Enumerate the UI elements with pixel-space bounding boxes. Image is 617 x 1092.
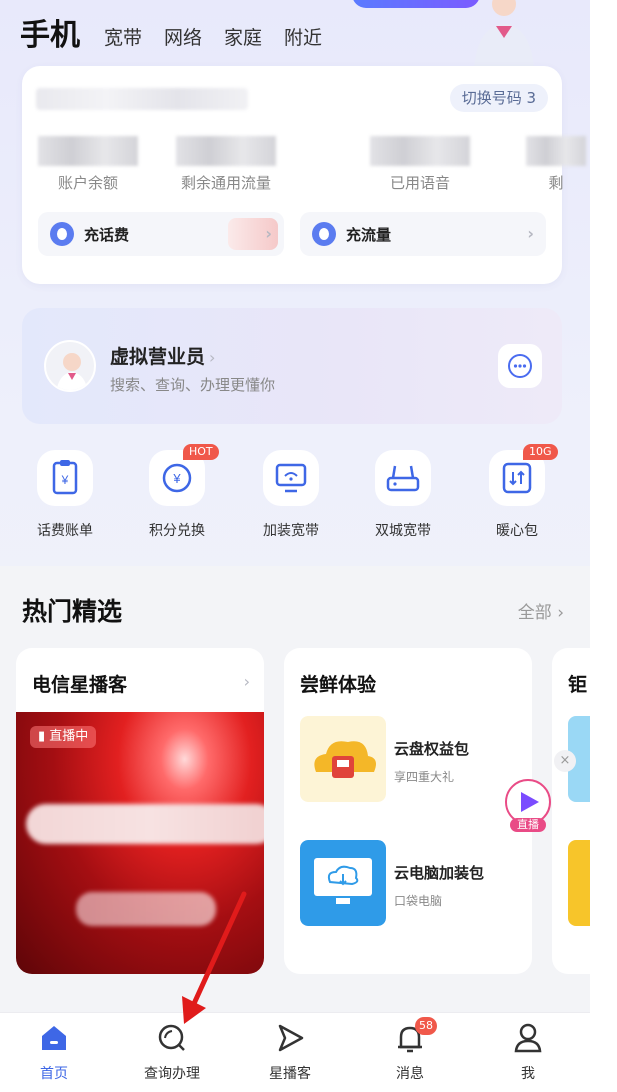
product-name: 云盘权益包 [394,740,470,758]
tab-label: 星播客 [269,1066,311,1082]
app-screen: 手机 宽带 网络 家庭 附近 切换号码 3 账户余额 剩余通用流量 已用语音 剩… [0,0,590,1092]
floating-live-button[interactable]: 直播 [494,778,562,832]
card-title: 电信星播客 [32,674,128,696]
service-label: 双城宽带 [375,523,431,539]
cloud-disk-icon [300,716,386,802]
close-icon[interactable]: × [554,750,576,772]
account-card: 切换号码 3 账户余额 剩余通用流量 已用语音 剩 充话费 › 充流量 › [22,66,586,284]
10g-badge: 10G [523,444,558,460]
agent-subtitle: 搜索、查询、办理更懂你 [110,376,276,394]
quick-label: 充流量 [346,225,392,244]
card-title: 钜 [568,674,588,696]
chevron-right-icon: › [527,224,534,243]
topup-data-button[interactable]: 充流量 › [300,212,546,256]
tab-network[interactable]: 网络 [164,23,202,54]
chevron-right-icon: › [243,672,250,691]
virtual-agent-card[interactable]: 虚拟营业员 › 搜索、查询、办理更懂你 [22,308,562,424]
bill-icon: ¥ [37,450,93,506]
tab-label: 查询办理 [144,1066,200,1082]
data-drop-icon [312,222,336,246]
agent-avatar [44,340,96,392]
stat-label: 剩 [548,174,564,192]
product-name: 云电脑加装包 [394,864,485,882]
right-margin [590,0,617,1092]
live-badge: ▮ 直播中 [30,726,97,748]
bottom-tab-bar: 首页 查询办理 星播客 58 消息 我 [0,1012,590,1092]
hot-badge: HOT [183,444,219,460]
tab-broadband[interactable]: 宽带 [104,23,142,54]
tab-family[interactable]: 家庭 [224,23,262,54]
stat-data-remaining[interactable]: 剩余通用流量 [156,136,296,193]
card-image [568,840,590,926]
tab-nearby[interactable]: 附近 [284,23,322,54]
section-title: 热门精选 [22,597,123,626]
stat-balance[interactable]: 账户余额 [18,136,158,193]
stat-voice-used[interactable]: 已用语音 [350,136,490,193]
tab-label: 我 [521,1066,535,1082]
chat-button[interactable] [498,344,542,388]
tab-query[interactable]: 查询办理 [122,1021,222,1083]
redacted-text [26,804,264,844]
service-points[interactable]: ¥ HOT 积分兑换 [122,444,232,540]
stat-label: 已用语音 [389,174,450,192]
agent-illustration [474,0,534,68]
user-icon [511,1021,545,1055]
product-subtitle: 享四重大礼 [394,770,455,784]
stat-value-redacted [370,136,470,166]
play-arrow-icon [273,1021,307,1055]
cloud-disk-product[interactable]: 云盘权益包 享四重大礼 [300,716,520,806]
bell-icon: 58 [393,1017,437,1055]
agent-title: 虚拟营业员 › [110,346,216,368]
monitor-wifi-icon [263,450,319,506]
stat-remaining-more[interactable]: 剩 [486,136,590,193]
switch-number-button[interactable]: 切换号码 3 [449,84,548,112]
stat-value-redacted [176,136,276,166]
home-icon [37,1021,71,1055]
tab-messages[interactable]: 58 消息 [360,1017,460,1083]
cloud-pc-product[interactable]: 云电脑加装包 口袋电脑 [300,840,520,930]
service-label: 积分兑换 [149,523,205,539]
tab-home[interactable]: 首页 [4,1021,104,1083]
service-label: 加装宽带 [263,523,319,539]
chevron-right-icon: › [265,224,272,243]
livestream-image: ▮ 直播中 [16,712,264,974]
service-dual-city-broadband[interactable]: 双城宽带 [348,450,458,540]
redacted-text [76,892,216,926]
quick-label: 充话费 [84,225,130,244]
tab-label: 消息 [396,1066,424,1082]
chat-bubble-icon [508,354,532,378]
phone-number-redacted [36,88,248,110]
service-add-broadband[interactable]: 加装宽带 [236,450,346,540]
svg-text:¥: ¥ [61,473,69,487]
service-care-pack[interactable]: 10G 暖心包 [462,444,572,540]
tab-label: 首页 [40,1066,68,1082]
phone-fee-icon [50,222,74,246]
top-nav: 手机 宽带 网络 家庭 附近 [20,14,344,54]
tab-me[interactable]: 我 [478,1021,578,1083]
stat-value-redacted [526,136,586,166]
data-pack-icon: 10G [489,444,558,506]
cloud-pc-icon [300,840,386,926]
product-subtitle: 口袋电脑 [394,894,443,908]
live-label: 直播 [517,818,539,831]
livestream-card[interactable]: 电信星播客 › ▮ 直播中 [16,648,264,974]
topup-call-button[interactable]: 充话费 › [38,212,284,256]
service-grid: ¥ 话费账单 ¥ HOT 积分兑换 加装宽带 双城宽带 10G 暖心包 [0,444,590,554]
stat-value-redacted [38,136,138,166]
points-exchange-icon: ¥ HOT [149,444,219,506]
stat-label: 剩余通用流量 [180,174,271,192]
service-label: 暖心包 [496,523,538,539]
stat-label: 账户余额 [57,174,118,192]
search-icon [155,1021,189,1055]
service-bill[interactable]: ¥ 话费账单 [10,450,120,540]
service-label: 话费账单 [37,523,93,539]
tab-mobile[interactable]: 手机 [20,10,80,54]
message-count-badge: 58 [415,1017,437,1035]
svg-text:¥: ¥ [172,471,181,486]
router-icon [375,450,431,506]
chevron-right-icon: › [209,348,216,367]
see-all-link[interactable]: 全部 › [518,598,564,623]
tab-star-podcast[interactable]: 星播客 [240,1021,340,1083]
card-title: 尝鲜体验 [300,674,377,696]
